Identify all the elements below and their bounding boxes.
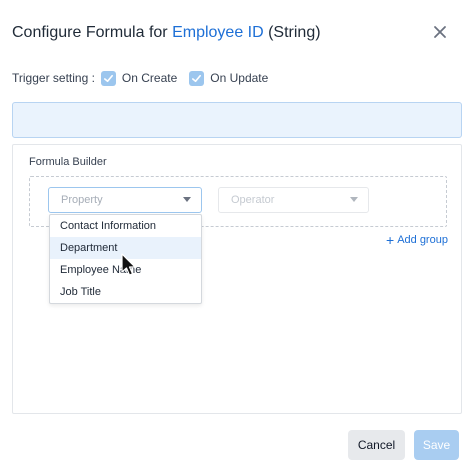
formula-builder-title: Formula Builder <box>29 156 107 168</box>
on-create-label: On Create <box>121 71 178 85</box>
dialog-title-prefix: Configure Formula for <box>12 24 173 41</box>
dialog-title: Configure Formula for Employee ID (Strin… <box>12 24 321 42</box>
close-icon <box>434 26 446 38</box>
field-type: (String) <box>263 24 321 41</box>
save-button[interactable]: Save <box>414 430 459 460</box>
trigger-setting: Trigger setting : On Create On Update <box>12 68 280 88</box>
configure-formula-dialog: Configure Formula for Employee ID (Strin… <box>0 0 474 474</box>
checkmark-icon <box>100 70 116 86</box>
property-select[interactable]: Property <box>48 187 202 213</box>
plus-icon: + <box>386 231 395 248</box>
checkmark-icon <box>189 70 205 86</box>
on-create-checkbox[interactable]: On Create <box>100 70 178 86</box>
mouse-pointer-icon <box>121 253 136 276</box>
dropdown-option[interactable]: Contact Information <box>50 215 201 237</box>
dropdown-option[interactable]: Job Title <box>50 281 201 303</box>
close-button[interactable] <box>430 22 450 42</box>
add-group-button[interactable]: + Add group <box>386 231 448 248</box>
operator-select[interactable]: Operator <box>218 187 369 213</box>
chevron-down-icon <box>183 197 191 202</box>
operator-placeholder: Operator <box>231 194 275 206</box>
field-name: Employee ID <box>172 24 264 41</box>
cancel-button[interactable]: Cancel <box>348 430 405 460</box>
trigger-setting-label: Trigger setting : <box>12 71 95 85</box>
add-group-label: Add group <box>397 234 448 246</box>
property-placeholder: Property <box>61 194 103 206</box>
formula-input[interactable] <box>12 102 462 138</box>
on-update-label: On Update <box>210 71 269 85</box>
chevron-down-icon <box>350 197 358 202</box>
on-update-checkbox[interactable]: On Update <box>189 70 269 86</box>
